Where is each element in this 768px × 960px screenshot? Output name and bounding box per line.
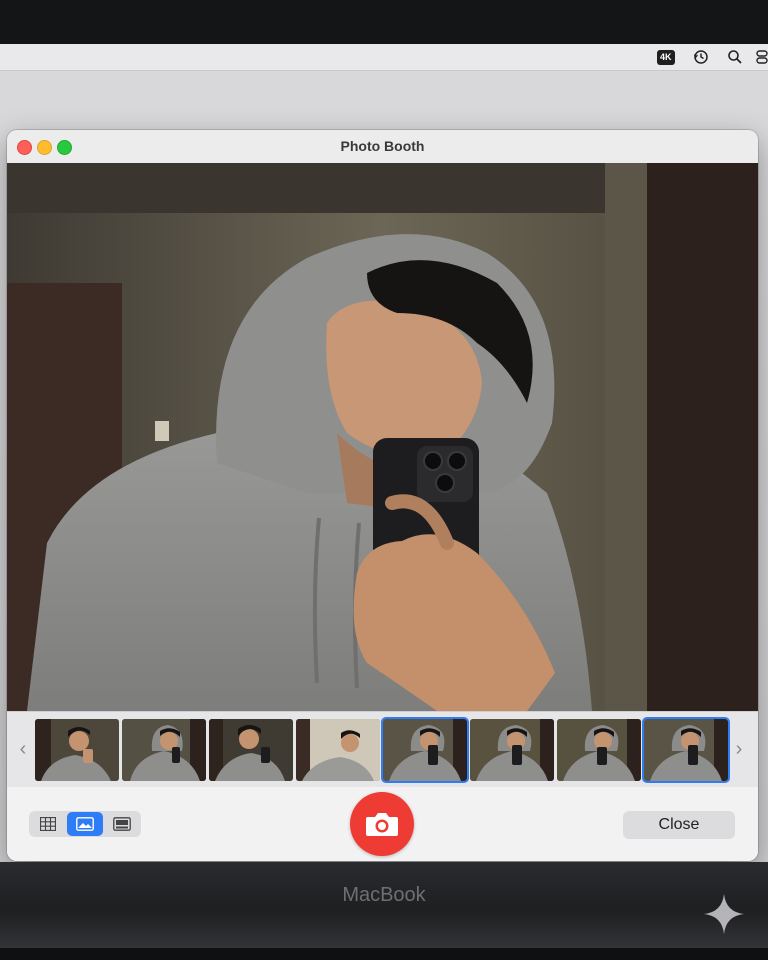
view-mode-segmented-control xyxy=(29,811,141,837)
single-photo-view-button[interactable] xyxy=(67,812,103,836)
bottom-toolbar: Close xyxy=(7,787,758,861)
photo-icon xyxy=(76,817,94,831)
device-brand-label: MacBook xyxy=(342,884,426,906)
photo-filmstrip: ‹ › xyxy=(7,711,758,789)
photo-thumbnail-selected[interactable] xyxy=(381,717,469,783)
photo-booth-window: Photo Booth ‹ › Close xyxy=(7,130,758,861)
camera-icon xyxy=(366,813,398,836)
photo-thumbnail[interactable] xyxy=(122,719,206,781)
photo-thumbnail[interactable] xyxy=(296,719,380,781)
grid-view-button[interactable] xyxy=(30,812,66,836)
4k-badge-icon[interactable]: 4K xyxy=(657,48,675,66)
close-button[interactable]: Close xyxy=(623,811,735,839)
window-title: Photo Booth xyxy=(340,138,425,154)
grid-icon xyxy=(40,817,56,831)
menu-bar: 4K xyxy=(0,44,768,71)
search-icon[interactable] xyxy=(727,48,743,66)
sparkle-icon xyxy=(704,894,744,934)
effects-icon xyxy=(113,817,131,831)
control-center-icon[interactable] xyxy=(756,48,768,66)
title-bar: Photo Booth xyxy=(7,130,758,164)
laptop-bezel-top xyxy=(0,0,768,44)
4k-badge-label: 4K xyxy=(657,49,675,65)
keyboard-edge xyxy=(0,948,768,960)
take-photo-button[interactable] xyxy=(350,792,414,856)
photo-thumbnail[interactable] xyxy=(35,719,119,781)
laptop-bezel-bottom: MacBook xyxy=(0,862,768,960)
live-camera-image xyxy=(7,163,758,711)
filmstrip-left-arrow[interactable]: ‹ xyxy=(15,738,31,761)
effects-view-button[interactable] xyxy=(104,812,140,836)
photo-thumbnail[interactable] xyxy=(209,719,293,781)
camera-preview xyxy=(7,163,758,711)
history-icon[interactable] xyxy=(693,48,709,66)
photo-thumbnail[interactable] xyxy=(470,719,554,781)
photo-thumbnail[interactable] xyxy=(557,719,641,781)
photo-thumbnail-selected[interactable] xyxy=(642,717,730,783)
filmstrip-right-arrow[interactable]: › xyxy=(731,738,747,761)
